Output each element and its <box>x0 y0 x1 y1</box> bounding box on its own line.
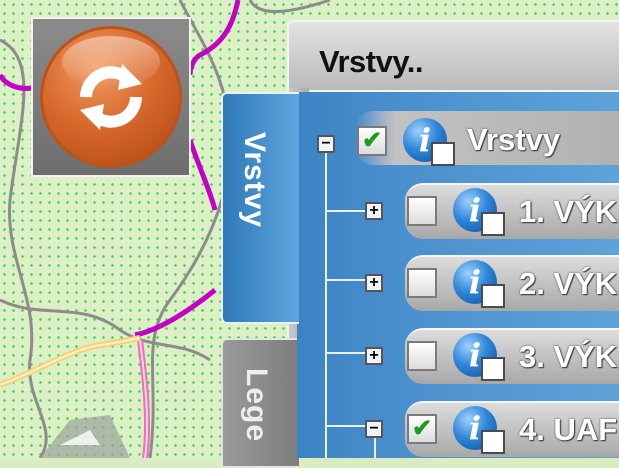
refresh-icon <box>40 26 182 168</box>
layer-info-icon[interactable]: i <box>453 186 509 236</box>
tab-layers-label: Vrstvy <box>238 132 271 229</box>
layer-label: 4. UAF <box>519 412 618 447</box>
tab-legend[interactable]: Lege <box>221 338 299 468</box>
tree-row-item[interactable]: − ✔ i 4. UAF <box>297 398 619 458</box>
tree-row-root[interactable]: − ✔ i Vrstvy <box>297 108 619 168</box>
layer-checkbox[interactable] <box>407 341 437 371</box>
collapse-button[interactable]: − <box>317 135 335 153</box>
layer-info-icon[interactable]: i <box>453 331 509 381</box>
tree-row-item[interactable]: + i 1. VÝK <box>297 180 619 240</box>
layers-panel-header[interactable]: Vrstvy.. <box>287 20 619 92</box>
expand-button[interactable]: + <box>365 274 383 292</box>
tree-row-item[interactable]: + i 2. VÝK <box>297 252 619 312</box>
layer-label: 1. VÝK <box>519 194 618 229</box>
layer-checkbox[interactable]: ✔ <box>357 126 387 156</box>
layer-checkbox[interactable]: ✔ <box>407 414 437 444</box>
layer-info-icon[interactable]: i <box>403 116 459 166</box>
refresh-button[interactable] <box>31 17 191 177</box>
tab-legend-label: Lege <box>240 368 273 443</box>
panel-title: Vrstvy.. <box>319 44 424 79</box>
collapse-button[interactable]: − <box>365 420 383 438</box>
layer-checkbox[interactable] <box>407 268 437 298</box>
layer-info-icon[interactable]: i <box>453 258 509 308</box>
expand-button[interactable]: + <box>365 202 383 220</box>
layer-label: 3. VÝK <box>519 339 618 374</box>
expand-button[interactable]: + <box>365 347 383 365</box>
tab-layers[interactable]: Vrstvy <box>221 92 299 324</box>
layer-checkbox[interactable] <box>407 196 437 226</box>
tree-row-item[interactable]: + i 3. VÝK <box>297 325 619 385</box>
layer-tree: − ✔ i Vrstvy + i 1. VÝK + i 2. VÝK + i 3… <box>297 92 619 458</box>
layer-label: Vrstvy <box>467 122 561 157</box>
layer-info-icon[interactable]: i <box>453 404 509 454</box>
layer-label: 2. VÝK <box>519 266 618 301</box>
